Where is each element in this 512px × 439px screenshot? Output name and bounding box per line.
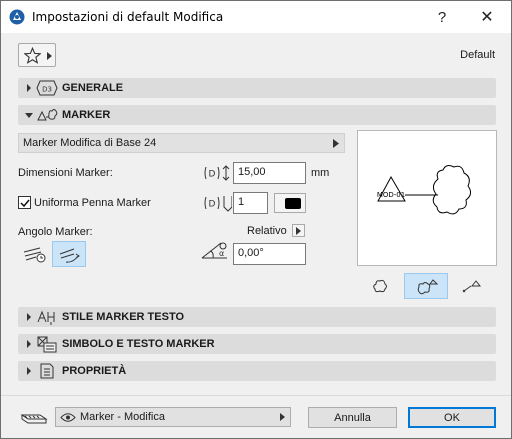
- angle-value-icon: α: [201, 242, 227, 259]
- panel-simbolo-header[interactable]: SIMBOLO E TESTO MARKER: [18, 334, 496, 354]
- favorites-button[interactable]: [18, 43, 56, 67]
- pen-color-swatch: [285, 198, 301, 209]
- marker-angle-label: Angolo Marker:: [18, 226, 93, 238]
- checkmark-icon: [20, 199, 30, 208]
- panel-generale-header[interactable]: D3 GENERALE: [18, 78, 496, 98]
- marker-size-input[interactable]: 15,00: [233, 162, 306, 184]
- dialog-window: Impostazioni di default Modifica ? ✕ Def…: [0, 0, 512, 439]
- chevron-right-icon: [27, 313, 31, 321]
- marker-type-value: Marker Modifica di Base 24: [23, 137, 157, 149]
- pen-number-input[interactable]: 1: [233, 192, 268, 214]
- chevron-right-icon: [47, 52, 52, 60]
- relative-label: Relativo: [247, 225, 287, 237]
- layer-dropdown[interactable]: Marker - Modifica: [55, 407, 291, 427]
- marker-preview-label: MOD-01: [377, 191, 405, 199]
- panel-marker-title: MARKER: [62, 109, 111, 121]
- uniform-pen-label: Uniforma Penna Marker: [34, 197, 151, 209]
- marker-pointer-icon: [462, 280, 482, 293]
- angle-value-input[interactable]: 0,00°: [233, 243, 306, 265]
- text-style-icon: [37, 310, 55, 325]
- marker-icon: [37, 109, 58, 121]
- properties-icon: [40, 363, 54, 379]
- pen-icon: D: [204, 196, 232, 212]
- cancel-button[interactable]: Annulla: [308, 407, 397, 428]
- title-bar: Impostazioni di default Modifica ? ✕: [1, 1, 511, 33]
- panel-stile-title: STILE MARKER TESTO: [62, 311, 185, 323]
- svg-text:α: α: [219, 249, 224, 258]
- angle-rotating-button[interactable]: [52, 241, 86, 267]
- panel-simbolo-title: SIMBOLO E TESTO MARKER: [62, 338, 215, 350]
- layer-icon: [20, 414, 48, 424]
- marker-angle-rotate-icon: [59, 248, 80, 263]
- chevron-right-icon: [280, 413, 285, 421]
- panel-marker-header[interactable]: MARKER: [18, 105, 496, 125]
- eye-icon: [60, 413, 76, 422]
- symbol-text-icon: [37, 336, 57, 353]
- marker-icon: [417, 279, 438, 295]
- relative-options-button[interactable]: [292, 224, 305, 237]
- chevron-right-icon: [296, 227, 301, 235]
- chevron-right-icon: [27, 340, 31, 348]
- help-button[interactable]: ?: [422, 1, 462, 33]
- cloud-icon: [373, 279, 387, 293]
- marker-preview: MOD-01: [357, 130, 497, 266]
- marker-size-icon: D: [204, 165, 230, 181]
- layer-value: Marker - Modifica: [80, 411, 165, 423]
- pen-color-button[interactable]: [274, 193, 306, 213]
- default-label: Default: [460, 49, 495, 61]
- view-cloud-button[interactable]: [358, 273, 402, 299]
- chevron-right-icon: [27, 84, 31, 92]
- window-title: Impostazioni di default Modifica: [32, 10, 224, 24]
- marker-angle-fixed-icon: [23, 247, 46, 263]
- star-icon: [24, 47, 41, 64]
- chevron-right-icon: [333, 139, 339, 148]
- ok-button[interactable]: OK: [408, 407, 496, 428]
- uniform-pen-checkbox[interactable]: [18, 196, 31, 209]
- chevron-down-icon: [25, 113, 33, 118]
- marker-size-label: Dimensioni Marker:: [18, 167, 113, 179]
- view-marker-button[interactable]: [404, 273, 448, 299]
- panel-stile-header[interactable]: STILE MARKER TESTO: [18, 307, 496, 327]
- chevron-right-icon: [27, 367, 31, 375]
- marker-preview-graphic: MOD-01: [377, 165, 472, 215]
- svg-text:D3: D3: [42, 86, 52, 94]
- general-settings-icon: D3: [36, 80, 58, 96]
- panel-generale-title: GENERALE: [62, 82, 124, 94]
- svg-text:D: D: [209, 170, 216, 180]
- marker-type-dropdown[interactable]: Marker Modifica di Base 24: [18, 133, 345, 153]
- angle-fixed-button[interactable]: [18, 241, 52, 267]
- view-pointer-button[interactable]: [450, 273, 494, 299]
- marker-size-unit: mm: [311, 167, 330, 179]
- svg-text:D: D: [209, 200, 216, 210]
- app-logo-icon: [9, 9, 25, 25]
- footer-divider: [1, 395, 511, 396]
- close-button[interactable]: ✕: [467, 1, 507, 33]
- panel-proprieta-header[interactable]: PROPRIETÀ: [18, 361, 496, 381]
- panel-proprieta-title: PROPRIETÀ: [62, 365, 127, 377]
